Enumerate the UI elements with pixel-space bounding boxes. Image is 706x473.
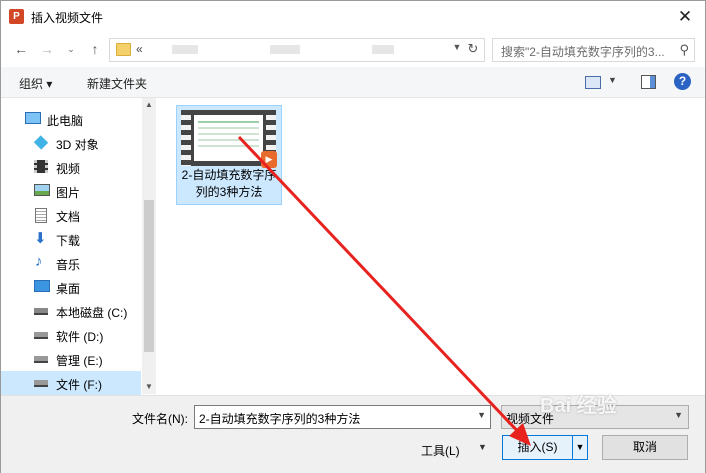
red-annotation-arrow	[237, 135, 531, 446]
